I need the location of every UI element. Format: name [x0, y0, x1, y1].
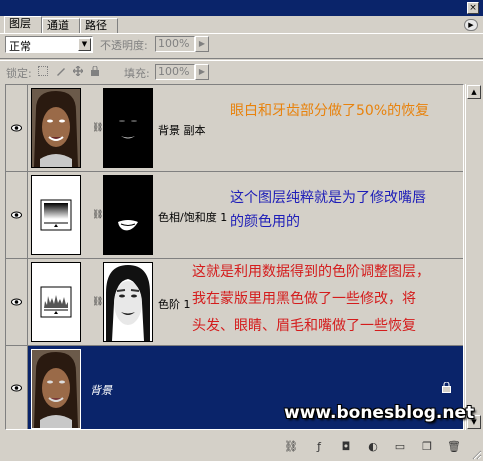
annotation-text: 眼白和牙齿部分做了50%的恢复	[230, 103, 430, 119]
layer-style-icon[interactable]: ƒ	[311, 440, 327, 454]
panel-title-bar[interactable]: ×	[0, 0, 483, 16]
layer-name: 色阶 1	[158, 298, 191, 311]
tab-paths[interactable]: 路径	[80, 18, 118, 33]
lock-icon	[442, 382, 451, 393]
levels-adjustment-icon	[40, 286, 72, 318]
visibility-toggle[interactable]	[6, 172, 28, 258]
eye-icon[interactable]	[11, 384, 22, 392]
layer-name: 色相/饱和度 1	[158, 211, 228, 224]
watermark: www.bonesblog.net	[284, 403, 475, 423]
lock-pixels-brush-icon[interactable]	[56, 66, 66, 76]
panel-menu-button[interactable]: ▶	[464, 19, 478, 31]
tab-layers[interactable]: 图层	[4, 16, 42, 33]
mask-face-icon	[106, 265, 150, 341]
layer-mask-thumbnail[interactable]	[103, 175, 153, 255]
annotation-text: 头发、眼睛、眉毛和嘴做了一些恢复	[192, 318, 416, 334]
blend-mode-select[interactable]: 正常 ▼	[5, 36, 93, 53]
layers-scrollbar[interactable]: ▲ ▼	[465, 84, 481, 430]
fill-input[interactable]: 100%	[155, 64, 195, 80]
panel-bottom-toolbar: ⛓ ƒ ◘ ◐ ▭ ❐ 🗑	[0, 432, 483, 461]
layer-thumbnail[interactable]	[31, 88, 81, 168]
layer-thumbnail[interactable]	[31, 349, 81, 429]
lock-fill-row: 锁定: 填充: 100% ▶	[0, 58, 483, 83]
annotation-text: 这就是利用数据得到的色阶调整图层，	[192, 264, 430, 280]
annotation-text: 我在蒙版里用黑色做了一些修改，将	[192, 291, 416, 307]
link-chain-icon[interactable]: ⛓	[92, 297, 103, 307]
layer-thumbnail[interactable]	[31, 175, 81, 255]
visibility-toggle[interactable]	[6, 85, 28, 171]
new-layer-icon[interactable]: ❐	[419, 440, 435, 454]
new-group-icon[interactable]: ▭	[392, 440, 408, 454]
link-chain-icon[interactable]: ⛓	[92, 123, 103, 133]
mask-eyes-teeth-icon	[119, 120, 137, 139]
fill-slider-button[interactable]: ▶	[195, 64, 209, 80]
link-chain-icon[interactable]: ⛓	[92, 210, 103, 220]
lock-transparent-icon[interactable]	[38, 66, 48, 76]
layer-mask-thumbnail[interactable]	[103, 262, 153, 342]
layer-row-background-copy[interactable]: ⛓ 背景 副本 眼白和牙齿部分做了50%的恢复	[6, 85, 463, 172]
chevron-down-icon[interactable]: ▼	[78, 38, 91, 51]
layer-thumbnail[interactable]	[31, 262, 81, 342]
opacity-label: 不透明度:	[100, 39, 148, 52]
layers-list: ⛓ 背景 副本 眼白和牙齿部分做了50%的恢复 ⛓ 色相/饱和度 1 这个图层纯…	[5, 84, 464, 430]
layer-mask-thumbnail[interactable]	[103, 88, 153, 168]
blend-opacity-row: 正常 ▼ 不透明度: 100% ▶	[0, 33, 483, 58]
visibility-toggle[interactable]	[6, 259, 28, 345]
hue-saturation-adjustment-icon	[40, 199, 72, 231]
add-mask-icon[interactable]: ◘	[338, 440, 354, 454]
opacity-slider-button[interactable]: ▶	[195, 36, 209, 52]
scroll-up-button[interactable]: ▲	[467, 85, 481, 99]
eye-icon[interactable]	[11, 298, 22, 306]
face-photo-icon	[32, 350, 80, 428]
layer-row-hue-saturation[interactable]: ⛓ 色相/饱和度 1 这个图层纯粹就是为了修改嘴唇 的颜色用的	[6, 172, 463, 259]
face-photo-icon	[32, 89, 80, 167]
fill-label: 填充:	[124, 67, 150, 80]
eye-icon[interactable]	[11, 124, 22, 132]
close-icon[interactable]: ×	[467, 2, 479, 14]
annotation-text: 这个图层纯粹就是为了修改嘴唇	[230, 190, 426, 206]
layer-name: 背景 副本	[158, 124, 206, 137]
visibility-toggle[interactable]	[6, 346, 28, 429]
adjustment-layer-icon[interactable]: ◐	[365, 440, 381, 454]
link-layers-icon[interactable]: ⛓	[283, 440, 299, 454]
lock-label: 锁定:	[6, 67, 32, 80]
lock-position-move-icon[interactable]	[73, 66, 83, 76]
layer-row-levels[interactable]: ⛓ 色阶 1 这就是利用数据得到的色阶调整图层， 我在蒙版里用黑色做了一些修改，…	[6, 259, 463, 346]
blend-mode-value: 正常	[9, 40, 31, 53]
lock-all-icon[interactable]	[90, 66, 100, 76]
panel-tabs: 图层 通道 路径 ▶	[0, 16, 483, 33]
tab-channels[interactable]: 通道	[42, 18, 80, 33]
opacity-input[interactable]: 100%	[155, 36, 195, 52]
delete-layer-icon[interactable]: 🗑	[446, 440, 462, 454]
layer-name: 背景	[90, 384, 112, 397]
eye-icon[interactable]	[11, 211, 22, 219]
annotation-text: 的颜色用的	[230, 214, 300, 230]
resize-grip-icon[interactable]	[470, 448, 482, 460]
mask-lips-icon	[118, 220, 138, 231]
